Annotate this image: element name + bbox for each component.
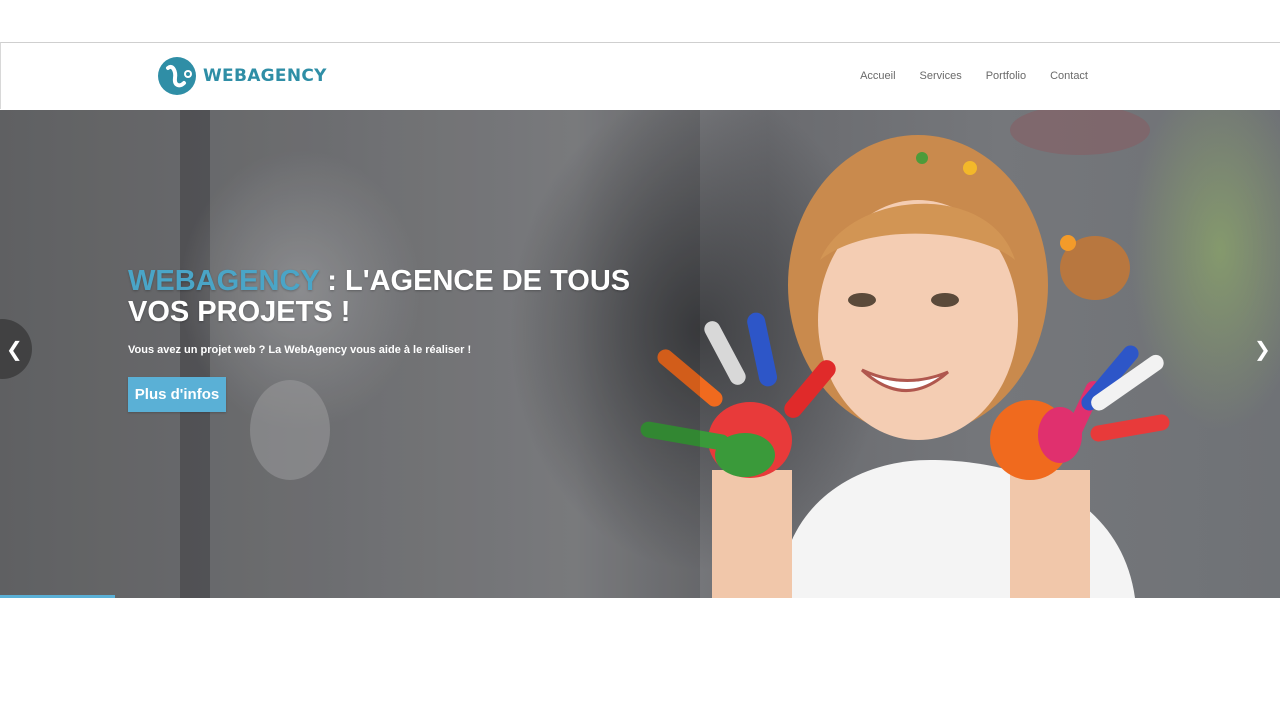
nav-item-portfolio[interactable]: Portfolio bbox=[986, 70, 1026, 82]
top-whitespace bbox=[0, 0, 1280, 42]
nav-item-services[interactable]: Services bbox=[920, 70, 962, 82]
more-info-button[interactable]: Plus d'infos bbox=[128, 377, 226, 412]
logo-text: WEBAGENCY bbox=[203, 66, 327, 86]
chevron-right-icon: ❯ bbox=[1254, 339, 1271, 361]
logo-icon bbox=[158, 57, 196, 95]
hero-slider: WEBAGENCY : L'AGENCE DE TOUS VOS PROJETS… bbox=[0, 110, 1280, 598]
site-header: WEBAGENCY Accueil Services Portfolio Con… bbox=[0, 42, 1280, 109]
slide-progress-bar bbox=[0, 595, 116, 598]
hero-subtitle: Vous avez un projet web ? La WebAgency v… bbox=[128, 344, 472, 356]
main-nav: Accueil Services Portfolio Contact bbox=[836, 70, 1088, 82]
nav-item-accueil[interactable]: Accueil bbox=[860, 70, 895, 82]
slider-next-button[interactable]: ❯ bbox=[1254, 337, 1274, 361]
chevron-left-icon: ❮ bbox=[6, 339, 23, 361]
site-logo[interactable]: WEBAGENCY bbox=[158, 56, 327, 96]
hero-title: WEBAGENCY : L'AGENCE DE TOUS VOS PROJETS… bbox=[128, 266, 648, 328]
hero-title-brand: WEBAGENCY bbox=[128, 265, 320, 297]
nav-item-contact[interactable]: Contact bbox=[1050, 70, 1088, 82]
